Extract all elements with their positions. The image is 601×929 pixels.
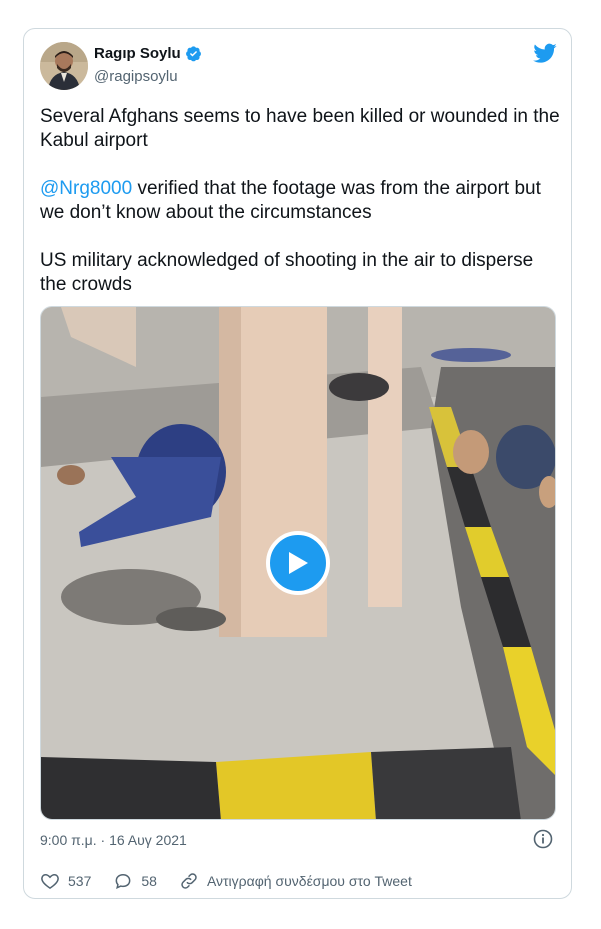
tweet-paragraph: @Nrg8000 verified that the footage was f… — [40, 177, 560, 225]
avatar[interactable] — [40, 42, 88, 90]
tweet-actions: 537 58 Αντιγραφή συνδέσμου στο Tweet — [40, 871, 434, 891]
reply-count: 58 — [141, 873, 157, 889]
tweet-paragraph: US military acknowledged of shooting in … — [40, 250, 534, 295]
tweet-card: Ragıp Soylu @ragipsoylu Several Afghans … — [23, 28, 572, 899]
tweet-timestamp[interactable]: 9:00 π.μ. · 16 Αυγ 2021 — [40, 832, 187, 848]
verified-badge-icon — [185, 46, 201, 62]
heart-icon — [41, 873, 59, 889]
mention-link[interactable]: @Nrg8000 — [40, 178, 132, 199]
author-name[interactable]: Ragıp Soylu — [94, 45, 181, 62]
video-thumbnail[interactable] — [40, 306, 556, 820]
copy-link-button[interactable]: Αντιγραφή συνδέσμου στο Tweet — [179, 871, 412, 891]
like-count: 537 — [68, 873, 92, 889]
link-icon — [181, 873, 197, 889]
author-handle[interactable]: @ragipsoylu — [94, 68, 178, 85]
like-button[interactable]: 537 — [40, 871, 91, 891]
tweet-text: Several Afghans seems to have been kille… — [40, 105, 560, 297]
speech-bubble-icon — [115, 873, 131, 889]
info-icon[interactable] — [533, 829, 553, 849]
copy-link-label: Αντιγραφή συνδέσμου στο Tweet — [206, 873, 412, 889]
reply-button[interactable]: 58 — [113, 871, 157, 891]
twitter-bird-icon[interactable] — [533, 43, 557, 63]
play-button[interactable] — [266, 531, 330, 595]
play-icon — [289, 552, 308, 574]
tweet-paragraph: Several Afghans seems to have been kille… — [40, 106, 560, 151]
